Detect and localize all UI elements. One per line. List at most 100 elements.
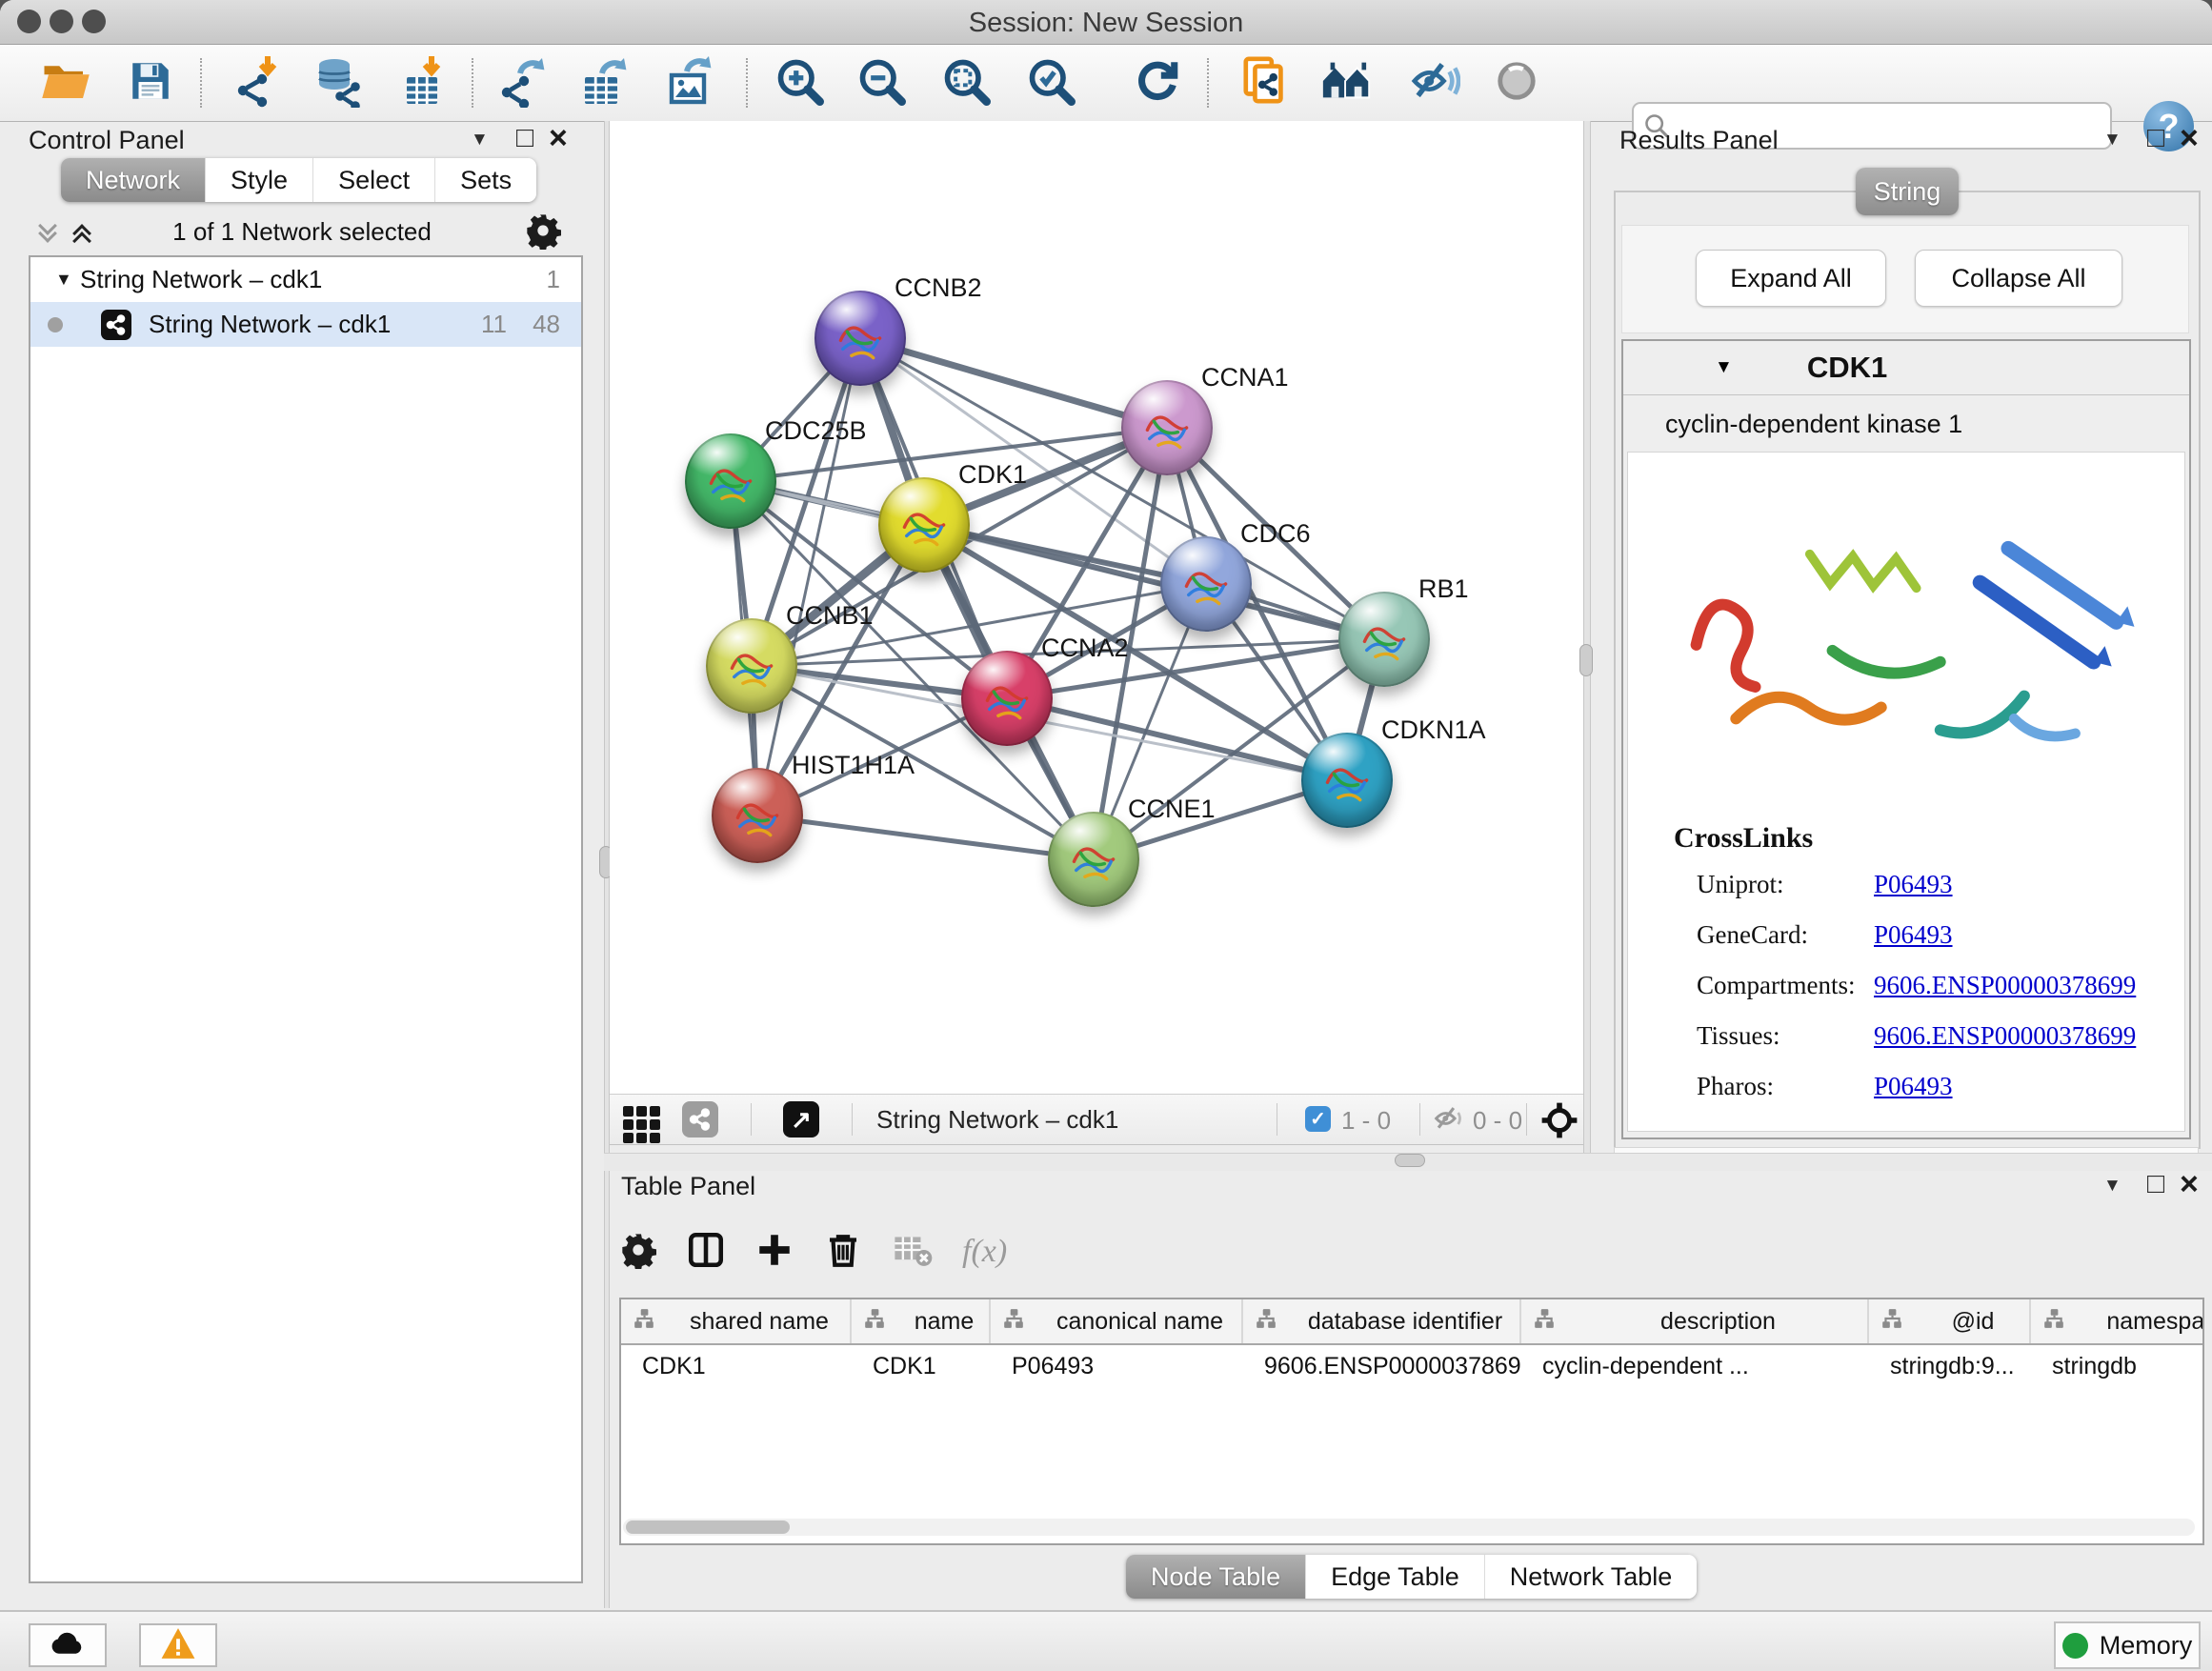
node-CCNB1[interactable] (706, 618, 797, 714)
collection-count: 1 (547, 265, 560, 294)
viewbar-separator (1526, 1103, 1527, 1136)
cloud-button[interactable] (29, 1623, 107, 1667)
network-row-selected[interactable]: String Network – cdk1 11 48 (30, 302, 581, 347)
control-panel-close-icon[interactable]: × (549, 126, 568, 151)
columns-icon[interactable] (686, 1230, 726, 1275)
control-panel-float-icon[interactable]: □ (516, 122, 533, 154)
node-CDKN1A[interactable] (1301, 733, 1393, 828)
tab-node-table[interactable]: Node Table (1126, 1555, 1306, 1599)
divider-handle[interactable] (1395, 1154, 1425, 1167)
export-table-button[interactable] (578, 55, 633, 111)
tab-style[interactable]: Style (206, 158, 313, 202)
export-image-button[interactable] (663, 55, 718, 111)
edge-HIST1H1A-CCNE1[interactable] (757, 815, 1094, 859)
column-header-name[interactable]: name (852, 1299, 991, 1343)
node-CCNA2[interactable] (961, 651, 1053, 746)
import-database-button[interactable] (311, 55, 366, 111)
expand-all-button[interactable]: Expand All (1696, 250, 1886, 307)
trash-icon[interactable] (823, 1230, 863, 1275)
node-CCNB2[interactable] (814, 291, 906, 386)
column-header-canonical-name[interactable]: canonical name (991, 1299, 1243, 1343)
collapse-triangle-icon[interactable]: ▼ (1715, 357, 1733, 378)
table-panel-menu-icon[interactable]: ▼ (2103, 1176, 2122, 1197)
crosslink-link[interactable]: P06493 (1874, 1072, 1953, 1101)
tab-sets[interactable]: Sets (435, 158, 536, 202)
node-RB1[interactable] (1338, 592, 1430, 687)
import-table-button[interactable] (398, 55, 453, 111)
column-header-shared-name[interactable]: shared name (621, 1299, 852, 1343)
results-panel-float-icon[interactable]: □ (2147, 122, 2164, 154)
gear-icon[interactable] (524, 211, 562, 254)
delete-table-icon[interactable] (892, 1230, 934, 1275)
crosslink-link[interactable]: P06493 (1874, 870, 1953, 899)
save-session-button[interactable] (123, 55, 178, 111)
results-panel-close-icon[interactable]: × (2180, 126, 2199, 151)
selected-checkbox-icon[interactable]: ✓ (1305, 1106, 1331, 1132)
table-row[interactable]: CDK1CDK1P064939606.ENSP00000378699cyclin… (621, 1345, 2202, 1389)
gear-icon[interactable] (619, 1231, 657, 1274)
open-view-window-button[interactable]: ↗ (783, 1101, 819, 1137)
import-table-icon (399, 54, 452, 112)
function-builder-button[interactable]: f(x) (962, 1234, 1007, 1270)
tab-edge-table[interactable]: Edge Table (1306, 1555, 1485, 1599)
home-networks-button[interactable] (1319, 55, 1375, 111)
zoom-fit-button[interactable] (938, 55, 994, 111)
crosslink-link[interactable]: P06493 (1874, 920, 1953, 950)
crosslink-link[interactable]: 9606.ENSP00000378699 (1874, 971, 2136, 1000)
table-panel-close-icon[interactable]: × (2180, 1172, 2199, 1197)
add-column-icon[interactable] (754, 1230, 794, 1275)
crosslink-link[interactable]: 9606.ENSP00000378699 (1874, 1021, 2136, 1051)
column-header-database-identifier[interactable]: database identifier (1243, 1299, 1521, 1343)
share-view-icon[interactable] (682, 1101, 718, 1137)
table-panel-float-icon[interactable]: □ (2147, 1168, 2164, 1200)
tab-network-table[interactable]: Network Table (1485, 1555, 1698, 1599)
network-canvas[interactable]: CCNB2CCNA1CDC25BCDK1CDC6RB1CCNB1CCNA2CDK… (610, 121, 1583, 1094)
horizontal-scrollbar[interactable] (623, 1519, 2195, 1536)
grid-view-icon[interactable] (623, 1106, 660, 1143)
scrollbar-thumb[interactable] (626, 1520, 790, 1534)
memory-button[interactable]: Memory (2054, 1621, 2201, 1669)
crosslink-row: Tissues:9606.ENSP00000378699 (1697, 1021, 2173, 1059)
tab-select[interactable]: Select (313, 158, 435, 202)
zoom-out-icon (856, 56, 906, 111)
show-all-button[interactable] (1489, 55, 1544, 111)
tab-string[interactable]: String (1856, 168, 1959, 215)
results-panel-menu-icon[interactable]: ▼ (2103, 130, 2122, 151)
node-CDK1[interactable] (878, 477, 970, 573)
zoom-out-button[interactable] (854, 55, 909, 111)
node-CDC6[interactable] (1160, 536, 1252, 632)
collapse-all-button[interactable]: Collapse All (1915, 250, 2122, 307)
open-session-button[interactable] (38, 55, 93, 111)
node-HIST1H1A[interactable] (712, 768, 803, 863)
node-CCNA1[interactable] (1121, 380, 1213, 475)
table-body: CDK1CDK1P064939606.ENSP00000378699cyclin… (621, 1345, 2202, 1389)
zoom-selected-button[interactable] (1023, 55, 1078, 111)
gene-name: CDK1 (1807, 351, 1887, 385)
edge-CCNB2-CCNA1[interactable] (860, 338, 1167, 428)
zoom-in-icon (774, 56, 824, 111)
crosshair-icon[interactable] (1539, 1100, 1579, 1145)
tab-network[interactable]: Network (61, 158, 206, 202)
string-protein-query-button[interactable] (1238, 55, 1294, 111)
node-CCNE1[interactable] (1048, 812, 1139, 907)
hide-unhide-button[interactable] (1407, 55, 1462, 111)
crosslink-label: Compartments: (1697, 971, 1855, 999)
collapse-triangle-icon[interactable]: ▼ (55, 270, 80, 290)
edge-CCNB2-HIST1H1A[interactable] (757, 338, 860, 815)
hidden-eye-icon[interactable] (1433, 1104, 1465, 1137)
column-type-icon (633, 1307, 655, 1337)
network-collection-row[interactable]: ▼ String Network – cdk1 1 (30, 257, 581, 302)
refresh-view-button[interactable] (1129, 55, 1184, 111)
export-network-button[interactable] (496, 55, 552, 111)
import-network-button[interactable] (231, 55, 286, 111)
node-CDC25B[interactable] (685, 433, 776, 529)
column-header-namespace[interactable]: namespace (2031, 1299, 2204, 1343)
gene-section-header[interactable]: ▼ CDK1 (1623, 341, 2189, 395)
column-header-id[interactable]: @id (1869, 1299, 2031, 1343)
divider-handle[interactable] (1579, 644, 1593, 676)
control-panel-menu-icon[interactable]: ▼ (471, 130, 489, 151)
panel-divider[interactable] (1583, 121, 1591, 1153)
zoom-in-button[interactable] (772, 55, 827, 111)
warnings-button[interactable] (139, 1623, 217, 1667)
column-header-description[interactable]: description (1521, 1299, 1869, 1343)
